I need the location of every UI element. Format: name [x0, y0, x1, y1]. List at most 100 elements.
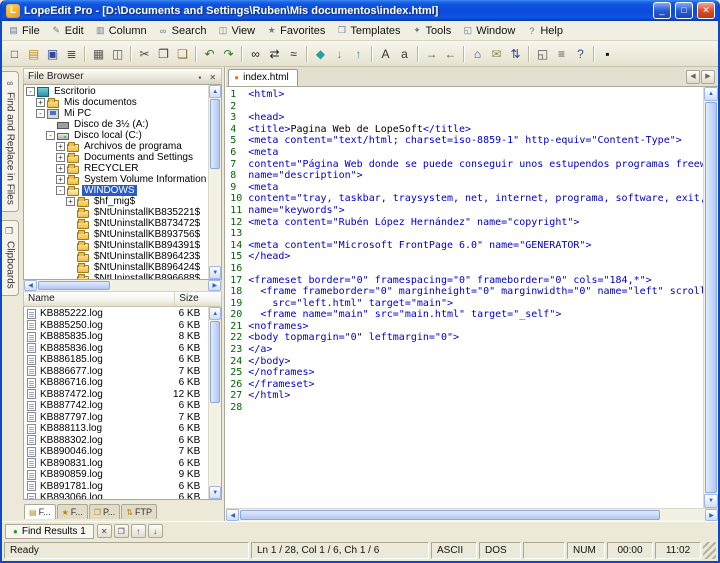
- file-row[interactable]: KB891781.log6 KB: [24, 481, 208, 493]
- panel-tab-file-browser[interactable]: ▤F...: [24, 504, 56, 519]
- save-button[interactable]: ▣: [43, 44, 62, 63]
- tree-item[interactable]: $NtUninstallKB835221$: [24, 207, 208, 218]
- expand-icon[interactable]: +: [36, 98, 45, 107]
- exit-button[interactable]: ▪: [598, 44, 617, 63]
- menu-edit[interactable]: ✎Edit: [47, 23, 91, 39]
- menu-help[interactable]: ?Help: [522, 23, 570, 39]
- close-button[interactable]: ✕: [697, 2, 715, 19]
- file-row[interactable]: KB885835.log8 KB: [24, 331, 208, 343]
- collapse-icon[interactable]: -: [36, 109, 45, 118]
- tree-item[interactable]: Disco de 3½ (A:): [24, 119, 208, 130]
- tree-item[interactable]: +Mis documentos: [24, 97, 208, 108]
- scroll-down-icon[interactable]: ▼: [209, 266, 221, 279]
- title-bar[interactable]: L LopeEdit Pro - [D:\Documents and Setti…: [2, 0, 718, 21]
- find-button[interactable]: ∞: [246, 44, 265, 63]
- collapse-icon[interactable]: -: [26, 87, 35, 96]
- clear-results-button[interactable]: ✕: [97, 524, 112, 538]
- tree-item[interactable]: -Mi PC: [24, 108, 208, 119]
- file-row[interactable]: KB890831.log6 KB: [24, 458, 208, 470]
- scroll-up-icon[interactable]: ▲: [209, 307, 221, 320]
- menu-window[interactable]: ◱Window: [458, 23, 522, 39]
- help-button[interactable]: ?: [571, 44, 590, 63]
- copy-results-button[interactable]: ❐: [114, 524, 129, 538]
- replace-button[interactable]: ⇄: [265, 44, 284, 63]
- fullscreen-button[interactable]: ◱: [533, 44, 552, 63]
- menu-search[interactable]: ∞Search: [154, 23, 214, 39]
- close-panel-button[interactable]: ✕: [206, 71, 219, 83]
- prev-bookmark-button[interactable]: ↑: [349, 44, 368, 63]
- scroll-up-icon[interactable]: ▲: [704, 87, 718, 101]
- expand-icon[interactable]: +: [56, 142, 65, 151]
- file-list-scroll-thumb[interactable]: [210, 321, 220, 403]
- pushpin-icon[interactable]: ▪: [193, 71, 206, 83]
- open-file-button[interactable]: ▤: [24, 44, 43, 63]
- resize-grip[interactable]: [703, 542, 716, 559]
- editor-surface[interactable]: 1234567891011121314151617181920212223242…: [226, 87, 718, 508]
- save-all-button[interactable]: ≣: [62, 44, 81, 63]
- tree-vertical-scrollbar[interactable]: ▲ ▼: [208, 85, 221, 279]
- tree-item[interactable]: $NtUninstallKB894391$: [24, 240, 208, 251]
- tree-item[interactable]: +Archivos de programa: [24, 141, 208, 152]
- undo-button[interactable]: ↶: [200, 44, 219, 63]
- cut-button[interactable]: ✂: [135, 44, 154, 63]
- redo-button[interactable]: ↷: [219, 44, 238, 63]
- options-button[interactable]: ≡: [552, 44, 571, 63]
- indent-button[interactable]: →: [422, 44, 441, 63]
- collapse-icon[interactable]: -: [56, 186, 65, 195]
- tree-item[interactable]: -Disco local (C:): [24, 130, 208, 141]
- editor-horizontal-scrollbar[interactable]: ◀ ▶: [226, 508, 718, 521]
- menu-templates[interactable]: ❐Templates: [332, 23, 407, 39]
- tree-item[interactable]: $NtUninstallKB896423$: [24, 251, 208, 262]
- tree-item[interactable]: +RECYCLER: [24, 163, 208, 174]
- menu-column[interactable]: ▥Column: [91, 23, 154, 39]
- file-row[interactable]: KB887797.log7 KB: [24, 412, 208, 424]
- editor-scroll-thumb[interactable]: [705, 102, 717, 493]
- paste-button[interactable]: ❏: [173, 44, 192, 63]
- next-bookmark-button[interactable]: ↓: [330, 44, 349, 63]
- file-row[interactable]: KB886716.log6 KB: [24, 377, 208, 389]
- tree-item[interactable]: $NtUninstallKB893756$: [24, 229, 208, 240]
- file-row[interactable]: KB888302.log6 KB: [24, 435, 208, 447]
- document-tab-index-html[interactable]: ● index.html: [228, 69, 297, 86]
- editor-vertical-scrollbar[interactable]: ▲ ▼: [703, 87, 718, 508]
- scroll-right-icon[interactable]: ▶: [705, 509, 718, 521]
- tree-item[interactable]: +Documents and Settings: [24, 152, 208, 163]
- maximize-button[interactable]: □: [675, 2, 693, 19]
- file-row[interactable]: KB888113.log6 KB: [24, 423, 208, 435]
- expand-icon[interactable]: +: [56, 153, 65, 162]
- outdent-button[interactable]: ←: [441, 44, 460, 63]
- file-row[interactable]: KB887472.log12 KB: [24, 389, 208, 401]
- expand-icon[interactable]: +: [66, 197, 75, 206]
- scroll-right-icon[interactable]: ▶: [208, 280, 221, 291]
- code-area[interactable]: <html> <head><title>Pagina Web de LopeSo…: [248, 87, 703, 508]
- menu-favorites[interactable]: ★Favorites: [262, 23, 332, 39]
- tree-horizontal-scrollbar[interactable]: ◀ ▶: [23, 280, 222, 292]
- web-preview-button[interactable]: ⌂: [468, 44, 487, 63]
- minimize-button[interactable]: _: [653, 2, 671, 19]
- tree-scroll-thumb[interactable]: [210, 99, 220, 169]
- scroll-left-icon[interactable]: ◀: [226, 509, 239, 521]
- copy-button[interactable]: ❐: [154, 44, 173, 63]
- expand-icon[interactable]: +: [56, 175, 65, 184]
- send-mail-button[interactable]: ✉: [487, 44, 506, 63]
- previous-result-button[interactable]: ↑: [131, 524, 146, 538]
- tree-item[interactable]: $NtUninstallKB896424$: [24, 262, 208, 273]
- bookmark-button[interactable]: ◆: [311, 44, 330, 63]
- file-row[interactable]: KB890046.log7 KB: [24, 446, 208, 458]
- find-in-files-button[interactable]: ≈: [284, 44, 303, 63]
- tree-item[interactable]: $NtUninstallKB873472$: [24, 218, 208, 229]
- name-column-header[interactable]: Name: [24, 292, 175, 306]
- scroll-tabs-right-button[interactable]: ▶: [701, 70, 715, 84]
- side-tab-find-and-replace-in-files[interactable]: ∞Find and Replace in Files: [2, 71, 19, 212]
- size-column-header[interactable]: Size: [175, 292, 221, 306]
- expand-icon[interactable]: +: [56, 164, 65, 173]
- menu-view[interactable]: ◫View: [213, 23, 262, 39]
- file-row[interactable]: KB890859.log9 KB: [24, 469, 208, 481]
- file-list-vertical-scrollbar[interactable]: ▲ ▼: [208, 307, 221, 499]
- menu-file[interactable]: ▤File: [4, 23, 47, 39]
- tree-item[interactable]: -Escritorio: [24, 86, 208, 97]
- scroll-tabs-left-button[interactable]: ◀: [686, 70, 700, 84]
- file-row[interactable]: KB885250.log6 KB: [24, 320, 208, 332]
- uppercase-button[interactable]: A: [376, 44, 395, 63]
- ftp-button[interactable]: ⇅: [506, 44, 525, 63]
